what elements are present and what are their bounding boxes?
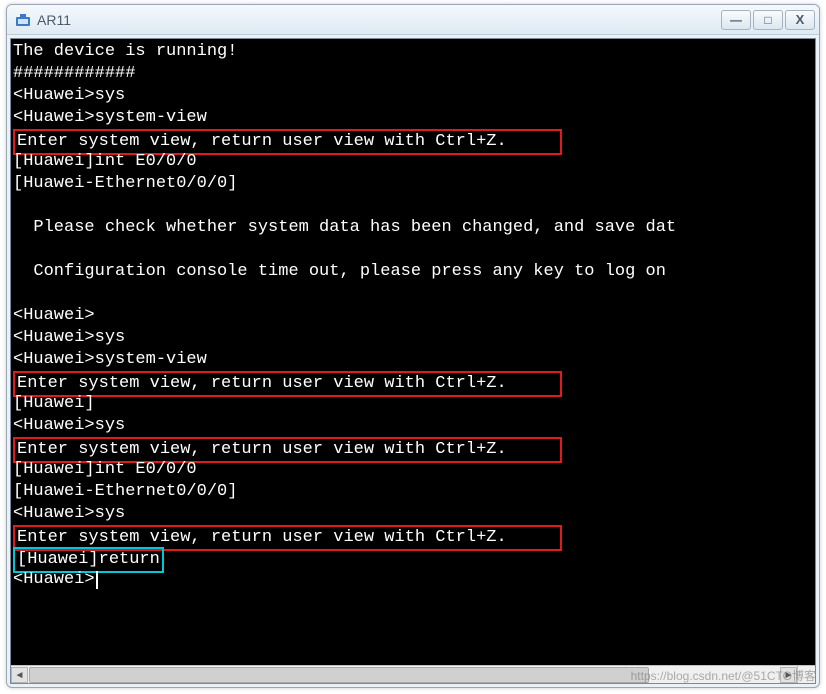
terminal-line [13,283,813,305]
terminal-line: [Huawei-Ethernet0/0/0] [13,481,813,503]
terminal-line [13,239,813,261]
scroll-left-arrow-icon[interactable]: ◄ [11,667,28,683]
window-title: AR11 [37,12,71,28]
horizontal-scrollbar[interactable]: ◄ ► [11,665,797,683]
terminal-line: Configuration console time out, please p… [13,261,813,283]
terminal-line: <Huawei>sys [13,415,813,437]
scroll-thumb[interactable] [29,667,649,683]
minimize-button[interactable]: — [721,10,751,30]
terminal-line: Enter system view, return user view with… [13,437,813,459]
terminal-line: <Huawei>system-view [13,349,813,371]
terminal-line: <Huawei>sys [13,503,813,525]
window-controls: — □ X [721,10,815,30]
close-button[interactable]: X [785,10,815,30]
app-icon [15,12,31,28]
terminal-line: <Huawei> [13,305,813,327]
app-window: AR11 — □ X The device is running!#######… [6,4,820,688]
terminal-line: [Huawei-Ethernet0/0/0] [13,173,813,195]
terminal-line: The device is running! [13,41,813,63]
terminal[interactable]: The device is running!############<Huawe… [10,38,816,684]
maximize-button[interactable]: □ [753,10,783,30]
scroll-right-arrow-icon[interactable]: ► [780,667,797,683]
scroll-corner [797,665,815,683]
terminal-container: The device is running!############<Huawe… [7,35,819,687]
terminal-content[interactable]: The device is running!############<Huawe… [11,39,815,665]
terminal-line [13,195,813,217]
terminal-line: <Huawei>system-view [13,107,813,129]
highlighted-red: Enter system view, return user view with… [13,371,562,397]
terminal-line: Enter system view, return user view with… [13,371,813,393]
terminal-line: <Huawei>sys [13,85,813,107]
terminal-line: Please check whether system data has bee… [13,217,813,239]
terminal-cursor [96,571,98,589]
titlebar[interactable]: AR11 — □ X [7,5,819,35]
terminal-line: Enter system view, return user view with… [13,129,813,151]
terminal-line: <Huawei>sys [13,327,813,349]
terminal-line: ############ [13,63,813,85]
terminal-line: Enter system view, return user view with… [13,525,813,547]
